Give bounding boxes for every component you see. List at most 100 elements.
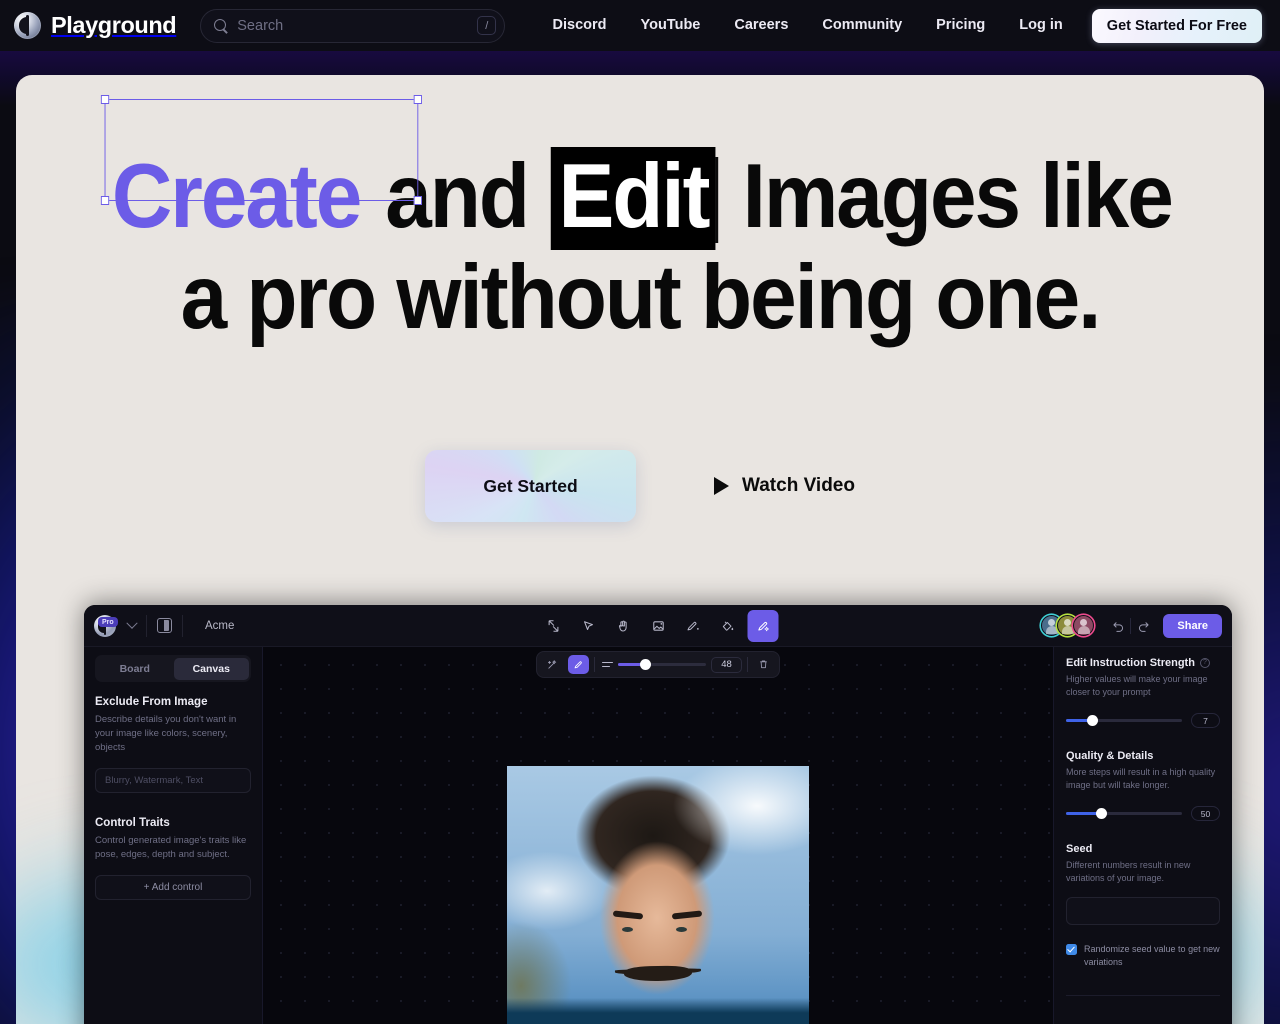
tab-board[interactable]: Board [98,658,173,680]
setting-description: Higher values will make your image close… [1066,674,1208,697]
document-name[interactable]: Acme [205,620,234,632]
fill-icon[interactable] [713,610,744,642]
portrait-detail [676,927,687,932]
selection-handle-top-right[interactable] [413,95,422,104]
seed-input[interactable] [1066,897,1220,925]
help-icon[interactable]: ? [1199,658,1210,668]
nav-link-login[interactable]: Log in [1002,0,1080,51]
pen-icon[interactable] [678,610,709,642]
cursor-icon[interactable] [573,610,604,642]
quality-slider-knob[interactable] [1096,808,1108,819]
hand-icon[interactable] [608,610,639,642]
hero-card: Create and Edit Images like a pro withou… [16,75,1264,1024]
edit-strength-slider[interactable] [1066,715,1182,726]
board-canvas-tabs: Board Canvas [95,655,251,682]
app-body: Board Canvas Exclude From Image Describe… [84,647,1232,1024]
brand-home-link[interactable]: Playground [14,12,177,39]
nav-link-pricing[interactable]: Pricing [919,0,1002,51]
headline-rest-line1: Images like [742,146,1174,247]
play-icon [714,477,730,495]
divider [594,657,595,672]
section-title: Control Traits [95,817,170,829]
edit-strength-slider-knob[interactable] [1086,715,1098,726]
top-navbar: Playground / Discord YouTube Careers Com… [0,0,1280,51]
right-panel: Edit Instruction Strength ? Higher value… [1053,647,1232,1024]
brush-size-icon [602,661,613,668]
quality-details-setting: Quality & Details More steps will result… [1066,750,1220,821]
edit-strength-value[interactable]: 7 [1191,713,1220,728]
canvas-area[interactable]: 48 [263,647,1053,1024]
frame-icon[interactable] [643,610,674,642]
plan-badge: Pro [98,617,118,627]
history-controls [1106,614,1155,638]
brush-size-value[interactable]: 48 [711,656,742,673]
app-topbar: Pro Acme Share [84,605,1232,647]
side-panel-icon[interactable] [157,618,172,633]
randomize-seed-checkbox[interactable] [1066,944,1077,955]
exclude-from-image-section: Exclude From Image Describe details you … [95,696,251,793]
brush-icon[interactable] [568,655,589,674]
add-control-button[interactable]: + Add control [95,875,251,900]
search-shortcut-key: / [477,16,497,35]
portrait-detail [623,965,693,982]
selection-handle-top-left[interactable] [100,95,110,104]
setting-title: Quality & Details [1066,750,1154,762]
nav-links: Discord YouTube Careers Community Pricin… [536,0,1267,51]
nav-link-careers[interactable]: Careers [717,0,805,51]
setting-description: More steps will result in a high quality… [1066,767,1216,790]
nav-link-youtube[interactable]: YouTube [624,0,718,51]
brush-size-slider-knob[interactable] [640,659,651,670]
redo-icon[interactable] [1131,614,1155,638]
search-input[interactable] [237,17,469,34]
left-panel: Board Canvas Exclude From Image Describe… [84,647,263,1024]
setting-description: Different numbers result in new variatio… [1066,860,1191,883]
control-traits-section: Control Traits Control generated image's… [95,817,251,900]
portrait-detail [622,927,633,932]
avatar[interactable] [1073,615,1095,636]
brush-toolbar: 48 [536,651,780,678]
nav-link-community[interactable]: Community [805,0,919,51]
section-description: Describe details you don't want in your … [95,714,237,753]
divider [1066,995,1220,996]
headline-line2: a pro without being one. [180,247,1102,348]
quality-slider[interactable] [1066,808,1182,819]
canvas-image[interactable] [507,766,809,1024]
watch-video-button[interactable]: Watch Video [714,475,855,497]
text-caret-icon [715,157,719,243]
magic-edit-icon[interactable] [747,610,779,642]
quality-value[interactable]: 50 [1191,806,1220,821]
app-window-mockup: Pro Acme Share Board Canvas Exclude From… [84,605,1232,1024]
headline-create-text: Create [111,146,362,247]
divider [182,614,183,637]
playground-logo-icon [14,12,41,39]
nav-link-discord[interactable]: Discord [536,0,624,51]
seed-setting: Seed Different numbers result in new var… [1066,843,1220,996]
section-title: Exclude From Image [95,696,208,708]
edit-instruction-strength-setting: Edit Instruction Strength ? Higher value… [1066,657,1220,728]
tool-strip [536,605,781,647]
headline-word-edit: Edit [551,147,716,250]
divider [747,657,748,672]
brand-name: Playground [51,12,177,38]
share-button[interactable]: Share [1163,613,1222,638]
exclude-input-wrapper[interactable] [95,768,251,793]
selection-handle-bottom-left[interactable] [100,196,110,205]
chevron-down-icon[interactable] [126,617,138,629]
exclude-from-image-input[interactable] [105,775,241,786]
headline-connector: and [385,146,530,247]
brush-size-slider[interactable] [618,659,706,670]
tab-canvas[interactable]: Canvas [174,657,249,680]
magic-wand-icon[interactable] [542,655,563,674]
get-started-free-button[interactable]: Get Started For Free [1091,8,1262,43]
divider [146,614,147,637]
portrait-detail [612,910,644,920]
setting-title: Edit Instruction Strength [1066,657,1195,669]
trash-icon[interactable] [753,655,774,674]
search-box[interactable]: / [200,8,506,43]
undo-icon[interactable] [1106,614,1130,638]
page-root: Playground / Discord YouTube Careers Com… [0,0,1280,1024]
upload-icon[interactable] [538,610,569,642]
get-started-button[interactable]: Get Started [425,450,637,522]
